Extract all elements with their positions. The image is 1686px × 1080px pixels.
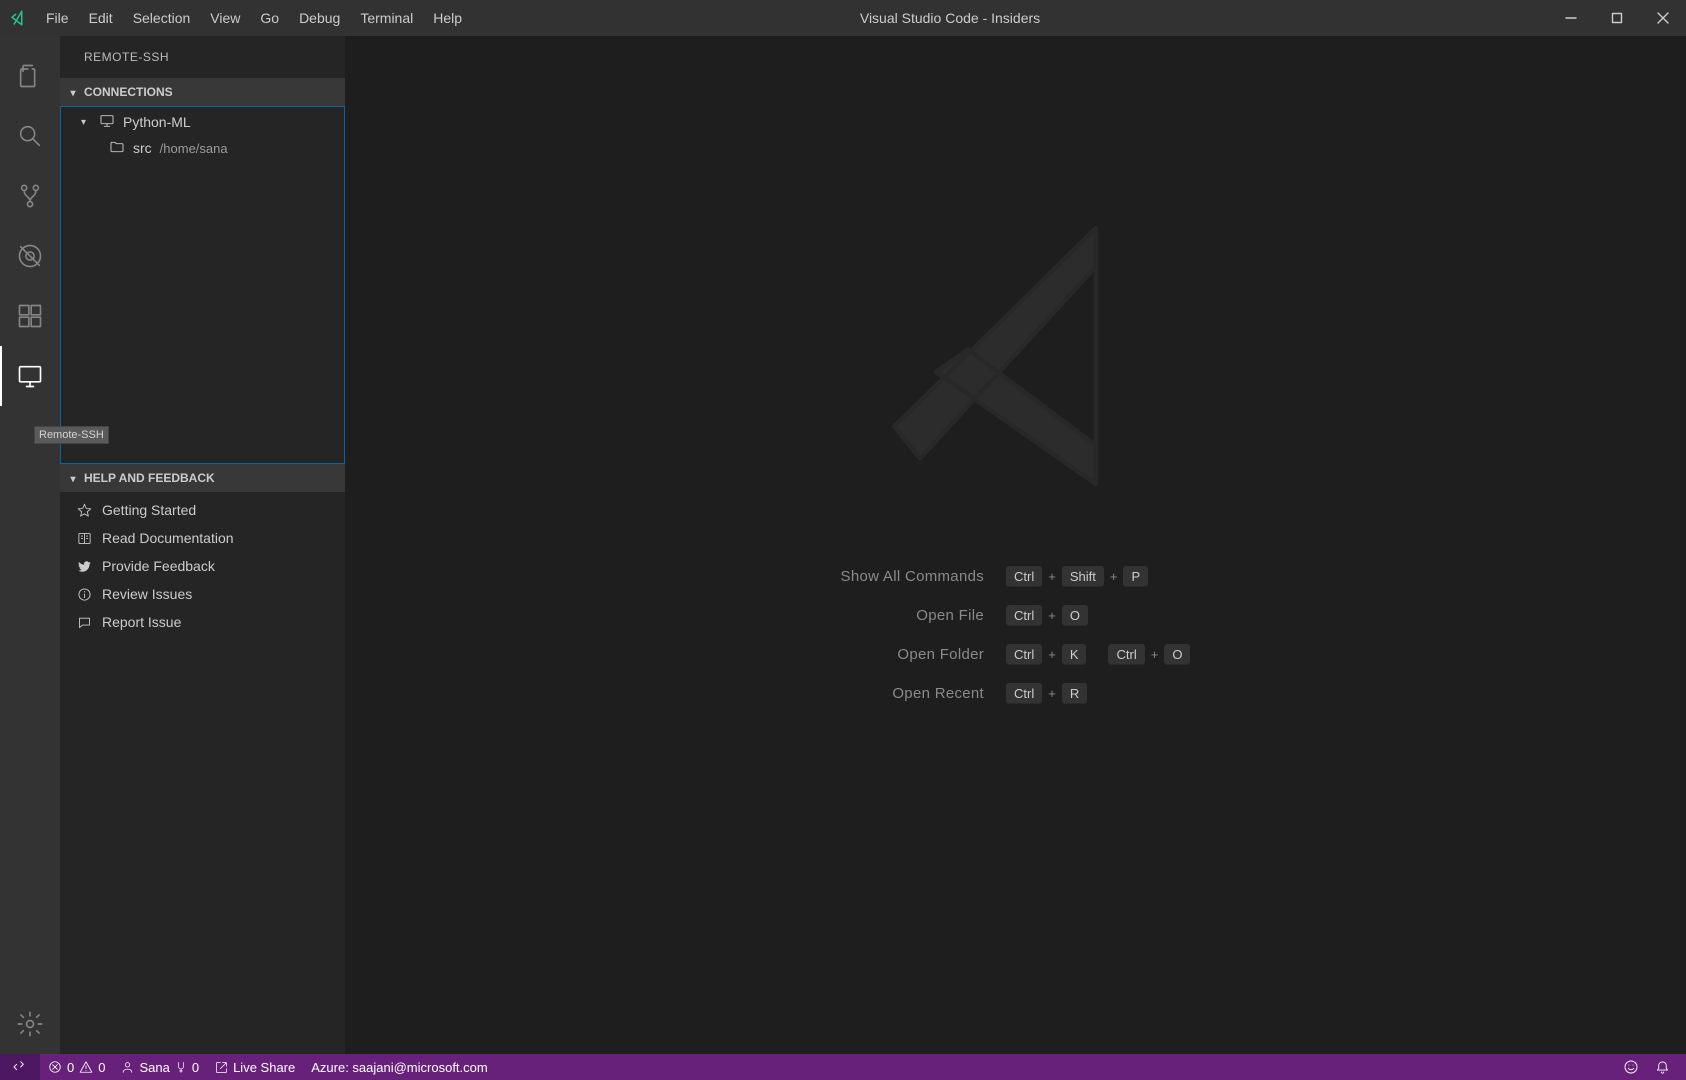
activity-extensions[interactable] (0, 286, 60, 346)
tree-host-row[interactable]: ▾ Python-ML (61, 109, 344, 135)
tree-folder-path: /home/sana (160, 141, 228, 156)
star-icon (76, 503, 92, 518)
key-ctrl: Ctrl (1109, 644, 1145, 665)
window-controls (1548, 0, 1686, 36)
activity-source-control[interactable] (0, 166, 60, 226)
menu-view[interactable]: View (200, 0, 250, 36)
plus-icon: + (1048, 686, 1056, 701)
tree-folder-name: src (133, 140, 152, 156)
key-p: P (1123, 566, 1148, 587)
window-title: Visual Studio Code - Insiders (352, 10, 1548, 26)
key-ctrl: Ctrl (1006, 566, 1042, 587)
twitter-icon (76, 559, 92, 574)
help-item-label: Report Issue (102, 614, 181, 630)
status-errors-count: 0 (67, 1060, 74, 1075)
chevron-down-icon (68, 471, 78, 485)
help-report-issue[interactable]: Report Issue (60, 608, 345, 636)
title-bar: File Edit Selection View Go Debug Termin… (0, 0, 1686, 36)
chevron-down-icon (68, 85, 78, 99)
status-bar: 0 0 Sana 0 Live Share Azure: saajani@mic… (0, 1054, 1686, 1080)
sidebar: REMOTE-SSH CONNECTIONS ▾ Python-ML src /… (60, 36, 345, 1054)
section-connections-label: CONNECTIONS (84, 85, 173, 99)
sidebar-title: REMOTE-SSH (60, 36, 345, 78)
info-icon (76, 587, 92, 602)
help-item-label: Getting Started (102, 502, 196, 518)
status-problems[interactable]: 0 0 (40, 1054, 113, 1080)
status-live-share[interactable]: Live Share (207, 1054, 303, 1080)
key-ctrl: Ctrl (1006, 683, 1042, 704)
key-k: K (1062, 644, 1087, 665)
key-ctrl: Ctrl (1006, 644, 1042, 665)
plus-icon: + (1048, 569, 1056, 584)
status-azure-account[interactable]: Azure: saajani@microsoft.com (303, 1054, 495, 1080)
window-maximize-button[interactable] (1594, 0, 1640, 36)
menu-edit[interactable]: Edit (79, 0, 123, 36)
shortcut-open-folder-label: Open Folder (841, 646, 985, 663)
activity-settings[interactable] (0, 994, 60, 1054)
section-help-label: HELP AND FEEDBACK (84, 471, 215, 485)
tree-folder-row[interactable]: src /home/sana (61, 135, 344, 161)
menu-go[interactable]: Go (250, 0, 289, 36)
shortcut-show-commands-keys: Ctrl + Shift + P (1006, 566, 1190, 587)
plus-icon: + (1048, 608, 1056, 623)
key-o: O (1062, 605, 1088, 626)
activity-remote-ssh[interactable] (0, 346, 60, 406)
status-warnings-count: 0 (98, 1060, 105, 1075)
key-shift: Shift (1062, 566, 1104, 587)
help-getting-started[interactable]: Getting Started (60, 496, 345, 524)
tree-host-label: Python-ML (123, 114, 191, 130)
status-feedback-smiley[interactable] (1615, 1054, 1647, 1080)
shortcut-show-commands-label: Show All Commands (841, 568, 985, 585)
section-connections-header[interactable]: CONNECTIONS (60, 78, 345, 106)
help-item-label: Provide Feedback (102, 558, 215, 574)
status-live-share-label: Live Share (233, 1060, 295, 1075)
key-ctrl: Ctrl (1006, 605, 1042, 626)
status-user-name: Sana (139, 1060, 169, 1075)
folder-icon (109, 139, 125, 158)
vscode-watermark-icon (856, 196, 1176, 519)
tooltip-remote-ssh: Remote-SSH (34, 426, 109, 444)
status-notifications-bell[interactable] (1647, 1054, 1678, 1080)
comment-icon (76, 615, 92, 630)
activity-debug[interactable] (0, 226, 60, 286)
key-o: O (1164, 644, 1190, 665)
help-item-label: Read Documentation (102, 530, 234, 546)
activity-bar: Remote-SSH (0, 36, 60, 1054)
activity-search[interactable] (0, 106, 60, 166)
status-port-forward-count: 0 (192, 1060, 199, 1075)
monitor-icon (99, 113, 115, 132)
shortcut-open-recent-keys: Ctrl + R (1006, 683, 1190, 704)
help-list: Getting Started Read Documentation Provi… (60, 492, 345, 640)
section-help-header[interactable]: HELP AND FEEDBACK (60, 464, 345, 492)
status-azure-label: Azure: saajani@microsoft.com (311, 1060, 487, 1075)
help-feedback[interactable]: Provide Feedback (60, 552, 345, 580)
shortcut-open-folder-keys: Ctrl + K Ctrl + O (1006, 644, 1190, 665)
window-close-button[interactable] (1640, 0, 1686, 36)
menu-debug[interactable]: Debug (289, 0, 350, 36)
shortcut-open-recent-label: Open Recent (841, 685, 985, 702)
status-remote-indicator[interactable] (0, 1054, 40, 1080)
status-account[interactable]: Sana 0 (113, 1054, 207, 1080)
help-item-label: Review Issues (102, 586, 192, 602)
vscode-insiders-icon (0, 9, 36, 27)
shortcut-open-file-label: Open File (841, 607, 985, 624)
editor-area: Show All Commands Ctrl + Shift + P Open … (345, 36, 1686, 1054)
activity-explorer[interactable] (0, 46, 60, 106)
help-review-issues[interactable]: Review Issues (60, 580, 345, 608)
shortcut-open-file-keys: Ctrl + O (1006, 605, 1190, 626)
plus-icon: + (1110, 569, 1118, 584)
connections-tree[interactable]: ▾ Python-ML src /home/sana (60, 106, 345, 464)
book-icon (76, 531, 92, 546)
menu-selection[interactable]: Selection (123, 0, 201, 36)
key-r: R (1062, 683, 1087, 704)
plus-icon: + (1151, 647, 1159, 662)
welcome-shortcuts: Show All Commands Ctrl + Shift + P Open … (841, 566, 1191, 704)
window-minimize-button[interactable] (1548, 0, 1594, 36)
help-read-docs[interactable]: Read Documentation (60, 524, 345, 552)
workbench: Remote-SSH REMOTE-SSH CONNECTIONS ▾ Pyth… (0, 36, 1686, 1054)
menu-file[interactable]: File (36, 0, 79, 36)
chevron-down-icon: ▾ (81, 117, 91, 128)
plus-icon: + (1048, 647, 1056, 662)
